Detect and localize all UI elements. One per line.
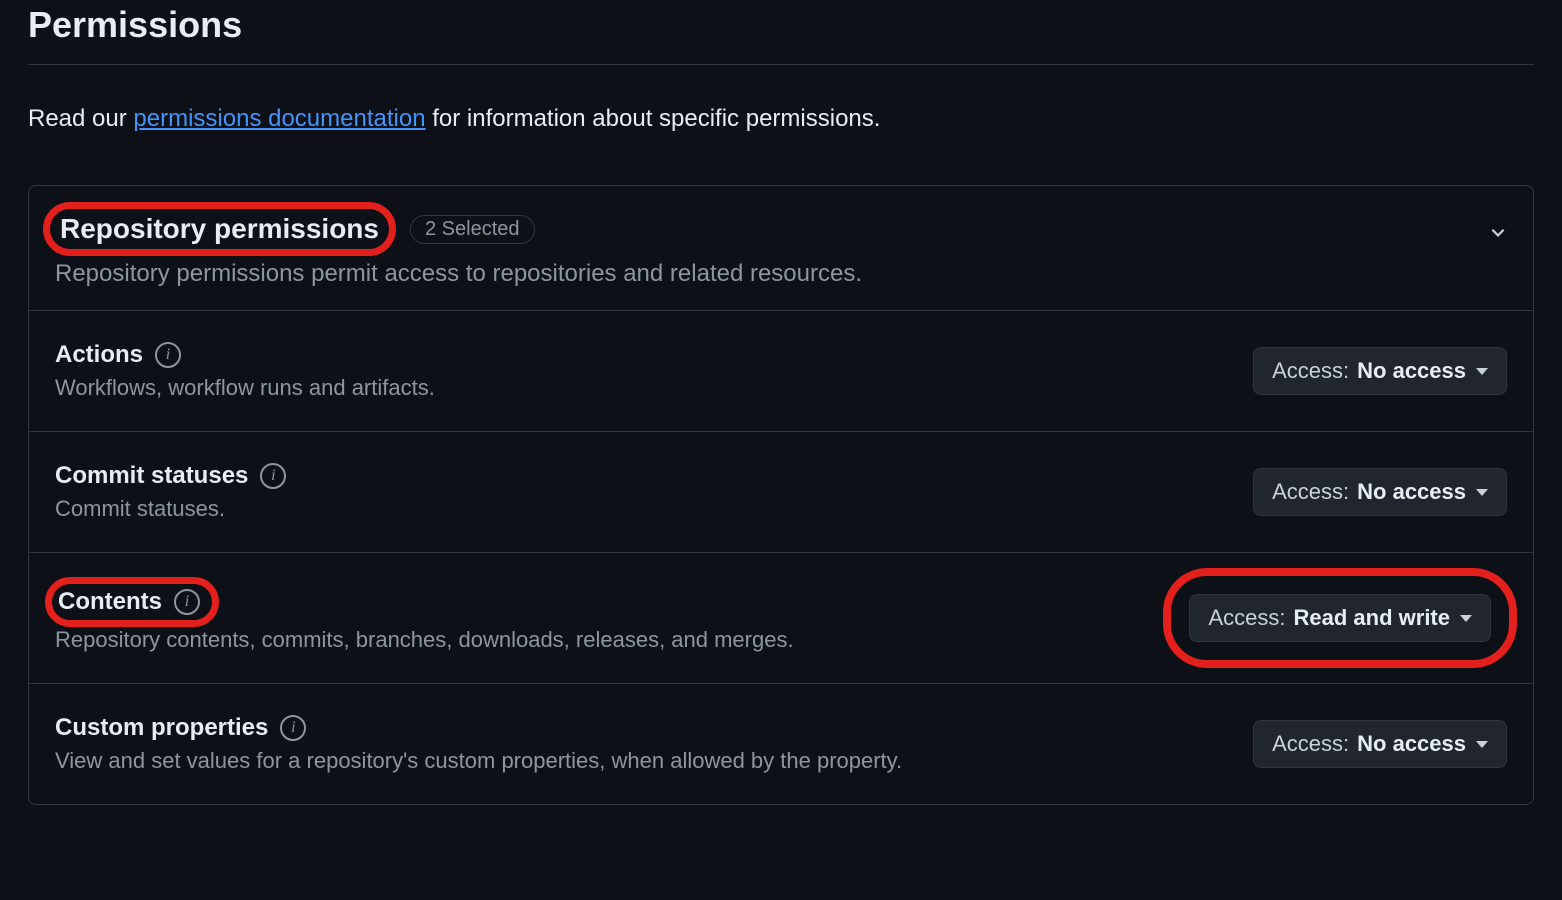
permission-title: Custom properties	[55, 714, 268, 742]
permission-title: Actions	[55, 341, 143, 369]
access-dropdown-actions[interactable]: Access: No access	[1253, 347, 1507, 395]
access-label: Access:	[1272, 731, 1349, 757]
caret-down-icon	[1476, 368, 1488, 375]
access-label: Access:	[1272, 358, 1349, 384]
chevron-down-icon[interactable]	[1489, 208, 1507, 248]
page-title: Permissions	[28, 4, 1534, 65]
annotation-ring: Access: Read and write	[1163, 568, 1517, 668]
permission-title: Contents	[58, 588, 162, 616]
access-value: No access	[1357, 479, 1466, 505]
intro-suffix: for information about specific permissio…	[426, 105, 881, 132]
access-dropdown-contents[interactable]: Access: Read and write	[1189, 594, 1491, 642]
permission-row-commit-statuses: Commit statuses i Commit statuses. Acces…	[29, 432, 1533, 553]
annotation-ring: Repository permissions	[43, 202, 396, 256]
permission-description: Repository contents, commits, branches, …	[55, 627, 794, 653]
access-dropdown-commit-statuses[interactable]: Access: No access	[1253, 468, 1507, 516]
section-title: Repository permissions	[60, 213, 379, 244]
section-subtitle: Repository permissions permit access to …	[55, 260, 862, 288]
caret-down-icon	[1460, 615, 1472, 622]
caret-down-icon	[1476, 741, 1488, 748]
annotation-ring: Contents i	[45, 577, 219, 627]
access-label: Access:	[1272, 479, 1349, 505]
intro-text: Read our permissions documentation for i…	[28, 105, 1534, 133]
permissions-doc-link[interactable]: permissions documentation	[133, 105, 425, 132]
info-icon[interactable]: i	[280, 715, 306, 741]
repository-permissions-panel: Repository permissions 2 Selected Reposi…	[28, 185, 1534, 805]
info-icon[interactable]: i	[260, 463, 286, 489]
access-value: Read and write	[1294, 605, 1450, 631]
access-value: No access	[1357, 358, 1466, 384]
permission-description: Workflows, workflow runs and artifacts.	[55, 375, 435, 401]
permission-row-actions: Actions i Workflows, workflow runs and a…	[29, 311, 1533, 432]
access-dropdown-custom-properties[interactable]: Access: No access	[1253, 720, 1507, 768]
panel-header[interactable]: Repository permissions 2 Selected Reposi…	[29, 186, 1533, 311]
info-icon[interactable]: i	[174, 589, 200, 615]
info-icon[interactable]: i	[155, 342, 181, 368]
permission-row-custom-properties: Custom properties i View and set values …	[29, 684, 1533, 804]
permission-description: View and set values for a repository's c…	[55, 748, 902, 774]
permission-row-contents: Contents i Repository contents, commits,…	[29, 553, 1533, 684]
access-label: Access:	[1208, 605, 1285, 631]
permission-description: Commit statuses.	[55, 496, 286, 522]
access-value: No access	[1357, 731, 1466, 757]
intro-prefix: Read our	[28, 105, 133, 132]
permission-title: Commit statuses	[55, 462, 248, 490]
caret-down-icon	[1476, 489, 1488, 496]
selected-count-badge: 2 Selected	[410, 215, 535, 244]
